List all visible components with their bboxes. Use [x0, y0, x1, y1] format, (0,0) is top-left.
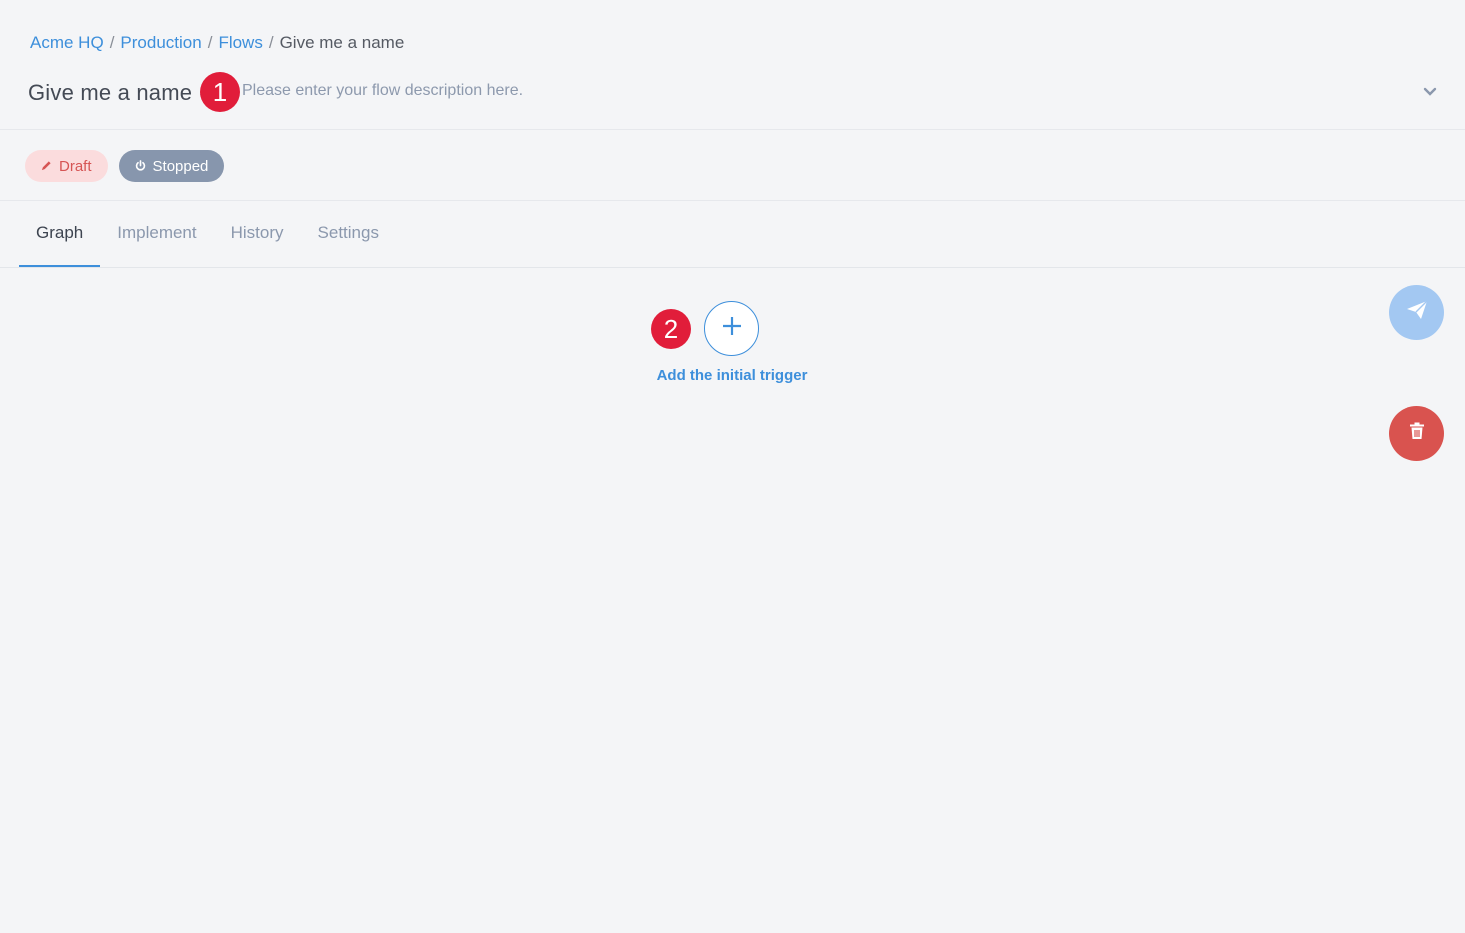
- draft-badge[interactable]: Draft: [25, 150, 108, 182]
- chevron-down-icon[interactable]: [1422, 84, 1438, 100]
- pencil-icon: [41, 158, 52, 175]
- tab-implement[interactable]: Implement: [100, 220, 213, 267]
- stopped-label: Stopped: [152, 157, 209, 175]
- plus-icon: [722, 316, 742, 341]
- tab-history[interactable]: History: [214, 220, 301, 267]
- flow-title[interactable]: Give me a name: [28, 80, 192, 106]
- flow-editor-page: Acme HQ / Production / Flows / Give me a…: [0, 0, 1465, 933]
- tab-graph[interactable]: Graph: [19, 220, 101, 267]
- add-trigger-button[interactable]: [704, 301, 759, 356]
- breadcrumb-current: Give me a name: [279, 33, 405, 52]
- trash-icon: [1409, 422, 1425, 445]
- delete-button[interactable]: [1389, 406, 1444, 461]
- stopped-badge[interactable]: Stopped: [118, 150, 225, 182]
- title-row: Give me a name 1 Please enter your flow …: [28, 72, 1438, 112]
- tabs-divider: [0, 267, 1465, 268]
- publish-button[interactable]: [1389, 285, 1444, 340]
- breadcrumb: Acme HQ / Production / Flows / Give me a…: [30, 32, 404, 54]
- draft-label: Draft: [59, 157, 92, 175]
- power-icon: [135, 158, 146, 175]
- paper-plane-icon: [1406, 300, 1428, 325]
- breadcrumb-separator: /: [207, 33, 213, 52]
- flow-description[interactable]: Please enter your flow description here.: [242, 82, 523, 100]
- badges-divider: [0, 200, 1465, 201]
- tab-bar: Graph Implement History Settings: [19, 220, 396, 268]
- add-trigger-label[interactable]: Add the initial trigger: [632, 367, 832, 384]
- breadcrumb-link-acme-hq[interactable]: Acme HQ: [30, 32, 104, 54]
- status-badges: Draft Stopped: [25, 150, 225, 182]
- step-marker-2: 2: [651, 309, 691, 349]
- step-marker-1: 1: [200, 72, 240, 112]
- breadcrumb-separator: /: [109, 33, 115, 52]
- breadcrumb-separator: /: [268, 33, 274, 52]
- header-divider: [0, 129, 1465, 130]
- breadcrumb-link-flows[interactable]: Flows: [218, 32, 262, 54]
- tab-settings[interactable]: Settings: [301, 220, 396, 267]
- breadcrumb-link-production[interactable]: Production: [120, 32, 201, 54]
